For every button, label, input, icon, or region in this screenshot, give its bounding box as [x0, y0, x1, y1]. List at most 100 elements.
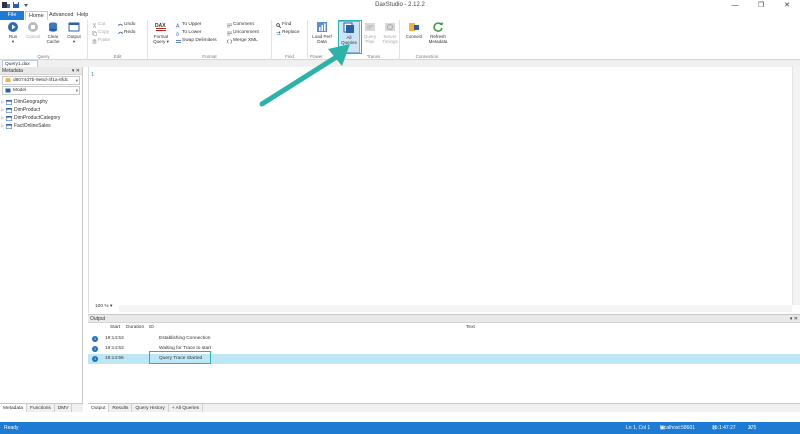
row-text: Establishing Connection [159, 336, 211, 341]
cancel-label: Cancel [25, 34, 40, 39]
column-duration[interactable]: Duration [126, 324, 144, 332]
expand-icon[interactable]: ▷ [1, 114, 4, 122]
connection-group-label: Connection [415, 54, 439, 59]
redo-label: Redo [124, 30, 136, 35]
expand-icon[interactable]: ▷ [1, 106, 4, 114]
edit-group: Cut Copy Paste Undo Redo Edit [88, 20, 148, 60]
refresh-metadata-button[interactable]: Refresh Metadata [427, 21, 449, 44]
comment-button[interactable]: Comment [227, 22, 254, 28]
tab-all-queries[interactable]: + All Queries [169, 404, 204, 412]
tab-output[interactable]: Output [88, 404, 110, 412]
copy-button[interactable]: Copy [92, 30, 109, 36]
pane-pin-icon[interactable]: ▾ ✕ [790, 315, 798, 323]
vertical-scrollbar[interactable] [792, 67, 800, 305]
row-start: 19:14:53 [105, 346, 124, 351]
info-icon: i [92, 336, 98, 342]
load-perf-data-icon [317, 22, 327, 32]
table-name: DimGeography [14, 99, 48, 105]
connection-group: Connect Refresh Metadata Connection [400, 20, 454, 60]
refresh-icon [433, 22, 443, 32]
to-lower-icon: a [176, 31, 179, 36]
tab-file[interactable]: File [0, 11, 24, 20]
table-row[interactable]: i 19:14:53 Establishing Connection [88, 334, 800, 344]
uncomment-icon [227, 31, 232, 35]
tab-help[interactable]: Help [74, 11, 91, 20]
redo-button[interactable]: Redo [118, 30, 135, 36]
tab-home[interactable]: Home [25, 11, 48, 20]
cut-icon [92, 22, 97, 28]
tab-functions[interactable]: Functions [27, 404, 55, 412]
close-button[interactable]: ✕ [774, 0, 800, 11]
output-button[interactable]: Output ▾ [63, 21, 85, 44]
server-timings-icon [385, 23, 395, 31]
merge-xml-icon [227, 38, 232, 44]
model-name: Model [13, 88, 27, 93]
run-button[interactable]: Run ▾ [2, 21, 24, 44]
output-pane-header: Output ▾ ✕ [88, 315, 800, 323]
tab-metadata[interactable]: Metadata [0, 404, 28, 412]
format-query-button[interactable]: DAX Format Query ▾ [150, 21, 172, 44]
tree-item-dimgeography[interactable]: ▷ DimGeography [0, 98, 82, 106]
cut-button[interactable]: Cut [92, 22, 105, 28]
cancel-icon [28, 22, 38, 32]
tab-query-history[interactable]: Query History [132, 404, 169, 412]
row-start: 19:14:53 [105, 336, 124, 341]
metadata-pane-title: Metadata [2, 68, 23, 74]
output-bottom-tabs: Output Results Query History + All Queri… [88, 403, 800, 412]
paste-button[interactable]: Paste [92, 38, 110, 44]
model-select[interactable]: Model ▾ [2, 86, 80, 95]
horizontal-scrollbar[interactable] [119, 305, 792, 312]
to-lower-button[interactable]: a To Lower [176, 30, 201, 36]
expand-icon[interactable]: ▷ [1, 122, 4, 130]
zoom-level[interactable]: 100 % ▾ [95, 304, 112, 309]
find-button[interactable]: Find [276, 22, 291, 28]
to-upper-button[interactable]: A To Upper [176, 22, 201, 28]
expand-icon[interactable]: ▷ [1, 98, 4, 106]
info-icon: i [92, 346, 98, 352]
replace-icon [276, 30, 281, 35]
info-icon: i [92, 356, 98, 362]
server-timings-label-2: Timings [382, 39, 398, 44]
table-name: DimProductCategory [14, 115, 61, 121]
swap-delimiters-label: Swap Delimiters [182, 38, 217, 43]
minimize-button[interactable]: — [722, 0, 748, 11]
cancel-button[interactable]: Cancel [22, 21, 44, 39]
undo-icon [118, 23, 123, 26]
pane-pin-icon[interactable]: ▾ ✕ [72, 67, 80, 75]
column-start[interactable]: Start [110, 324, 120, 332]
query-editor[interactable]: 1 100 % ▾ [88, 67, 800, 313]
column-id[interactable]: ID [149, 324, 154, 332]
tab-query1[interactable]: Query1.dax ✕ [2, 60, 38, 74]
refresh-metadata-label-2: Metadata [428, 39, 448, 44]
maximize-button[interactable]: ❐ [748, 0, 774, 11]
clear-cache-label-2: Cache [46, 39, 60, 44]
line-gutter: 1 [89, 67, 99, 313]
cursor-position: Ln 1, Col 1 [626, 425, 651, 431]
chevron-down-icon: ▾ [75, 88, 78, 93]
chevron-down-icon: ▾ [75, 78, 78, 83]
metadata-pane: Metadata ▾ ✕ d8074d7b-9e6d-4f1a-8fdc ▾ M… [0, 67, 83, 412]
server-timings-button[interactable]: Server Timings [379, 21, 401, 44]
run-icon [8, 22, 18, 32]
to-upper-icon: A [176, 23, 180, 28]
tab-results[interactable]: Results [109, 404, 133, 412]
plus-icon: + [171, 406, 175, 411]
to-lower-label: To Lower [182, 30, 202, 35]
connect-button[interactable]: Connect [403, 21, 425, 39]
database-select[interactable]: d8074d7b-9e6d-4f1a-8fdc ▾ [2, 76, 80, 85]
tree-item-factonlinesales[interactable]: ▷ FactOnlineSales [0, 122, 82, 130]
tab-dmv[interactable]: DMV [55, 404, 73, 412]
tab-advanced[interactable]: Advanced [46, 11, 76, 20]
column-text[interactable]: Text [466, 324, 475, 332]
clear-cache-button[interactable]: Clear Cache [42, 21, 64, 44]
undo-button[interactable]: Undo [118, 22, 135, 28]
swap-delimiters-button[interactable]: Swap Delimiters [176, 38, 217, 44]
document-tabs: Query1.dax ✕ [0, 60, 800, 74]
metadata-tree: ▷ DimGeography ▷ DimProduct ▷ DimProduct… [0, 98, 82, 130]
tree-item-dimproduct[interactable]: ▷ DimProduct [0, 106, 82, 114]
tree-item-dimproductcategory[interactable]: ▷ DimProductCategory [0, 114, 82, 122]
title-bar: DaxStudio - 2.12.2 — ❐ ✕ [0, 0, 800, 11]
undo-label: Undo [124, 22, 136, 27]
annotation-arrow-icon [259, 44, 350, 107]
paste-label: Paste [98, 38, 111, 43]
